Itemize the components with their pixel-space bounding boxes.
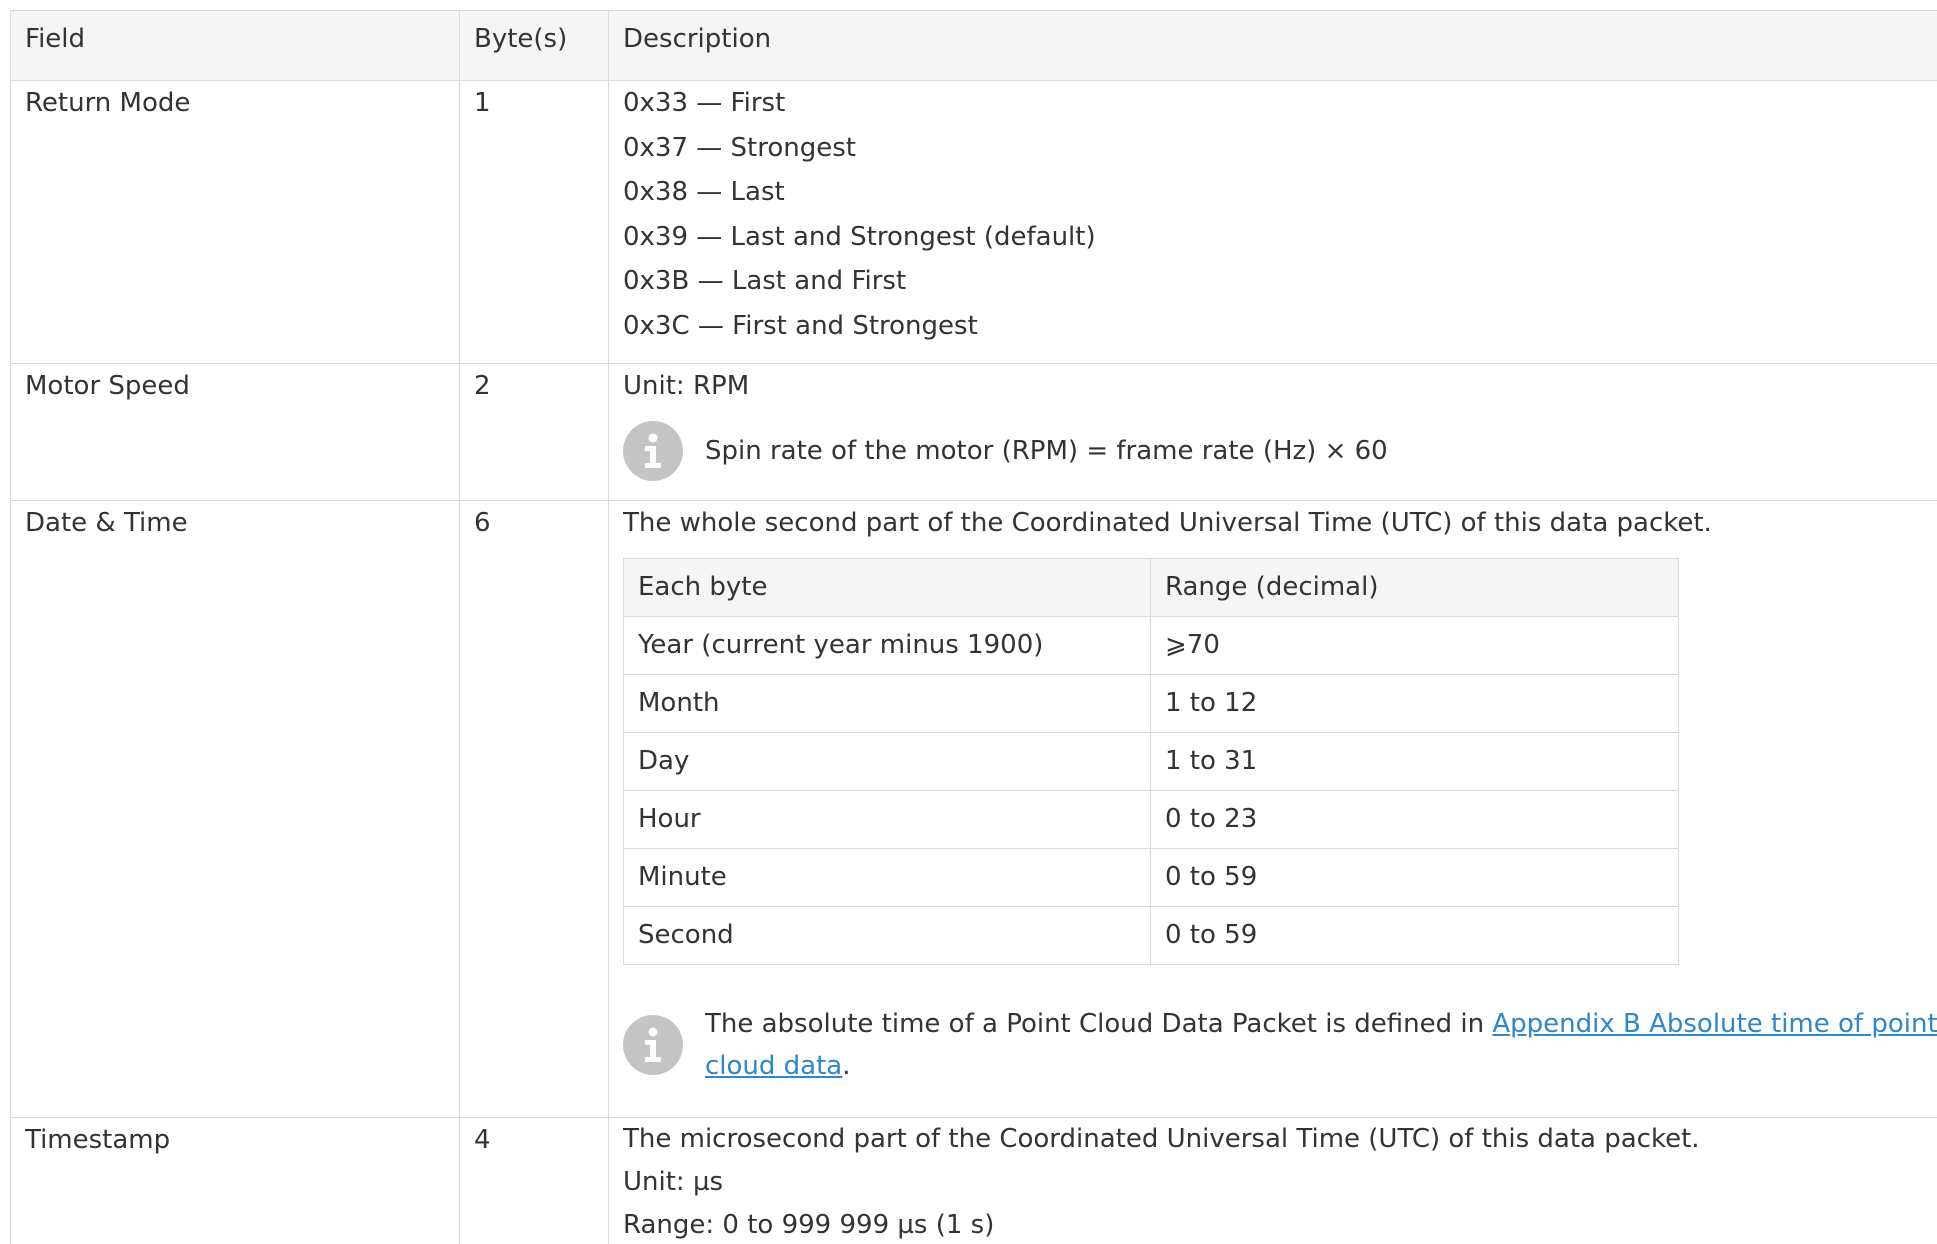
inner-cell-range: 1 to 31 bbox=[1150, 731, 1679, 791]
field-description: The whole second part of the Coordinated… bbox=[608, 500, 1937, 1118]
field-description: The microsecond part of the Coordinated … bbox=[608, 1117, 1937, 1244]
field-bytes: 2 bbox=[459, 363, 609, 501]
motor-speed-unit: Unit: RPM bbox=[623, 371, 750, 401]
header-bytes: Byte(s) bbox=[459, 10, 609, 81]
return-mode-option: 0x37 — Strongest bbox=[623, 132, 856, 163]
packet-fields-table: Field Byte(s) Description Return Mode 1 … bbox=[10, 10, 1937, 1244]
header-description: Description bbox=[608, 10, 1937, 81]
date-time-byte-table: Each byte Range (decimal) Year (current … bbox=[623, 557, 1679, 965]
table-row-return-mode: Return Mode 1 0x33 — First 0x37 — Strong… bbox=[10, 80, 1937, 364]
inner-header-row: Each byte Range (decimal) bbox=[623, 557, 1679, 617]
field-description: Unit: RPM Spin rate of the motor (RPM) =… bbox=[608, 363, 1937, 501]
return-mode-option: 0x39 — Last and Strongest (default) bbox=[623, 221, 1096, 252]
absolute-time-note: The absolute time of a Point Cloud Data … bbox=[705, 1003, 1937, 1087]
info-icon bbox=[623, 1014, 683, 1075]
table-row-motor-speed: Motor Speed 2 Unit: RPM Spin rate of the… bbox=[10, 363, 1937, 501]
info-note: The absolute time of a Point Cloud Data … bbox=[623, 1003, 1937, 1087]
motor-speed-note: Spin rate of the motor (RPM) = frame rat… bbox=[705, 435, 1388, 466]
inner-cell-byte: Year (current year minus 1900) bbox=[623, 615, 1151, 675]
field-name: Return Mode bbox=[10, 80, 460, 364]
inner-header-each-byte: Each byte bbox=[623, 557, 1151, 617]
inner-cell-range: 0 to 23 bbox=[1150, 789, 1679, 849]
note-suffix: . bbox=[842, 1050, 851, 1081]
inner-cell-byte: Hour bbox=[623, 789, 1151, 849]
field-name: Motor Speed bbox=[10, 363, 460, 501]
inner-cell-byte: Day bbox=[623, 731, 1151, 791]
inner-row: Month 1 to 12 bbox=[623, 673, 1679, 733]
field-bytes: 4 bbox=[459, 1117, 609, 1244]
inner-cell-byte: Second bbox=[623, 905, 1151, 965]
info-note: Spin rate of the motor (RPM) = frame rat… bbox=[623, 420, 1937, 481]
inner-header-range: Range (decimal) bbox=[1150, 557, 1679, 617]
inner-cell-range: 1 to 12 bbox=[1150, 673, 1679, 733]
document-page: Field Byte(s) Description Return Mode 1 … bbox=[0, 0, 1937, 1244]
timestamp-unit: Unit: µs bbox=[623, 1167, 724, 1197]
inner-cell-range: 0 to 59 bbox=[1150, 847, 1679, 907]
date-time-description: The whole second part of the Coordinated… bbox=[623, 508, 1712, 538]
field-name: Timestamp bbox=[10, 1117, 460, 1244]
note-prefix: The absolute time of a Point Cloud Data … bbox=[705, 1008, 1493, 1039]
header-field: Field bbox=[10, 10, 460, 81]
field-bytes: 6 bbox=[459, 500, 609, 1118]
return-mode-option: 0x33 — First bbox=[623, 88, 786, 118]
table-row-date-time: Date & Time 6 The whole second part of t… bbox=[10, 500, 1937, 1118]
inner-cell-range: ⩾70 bbox=[1150, 615, 1679, 675]
inner-row: Minute 0 to 59 bbox=[623, 847, 1679, 907]
return-mode-option: 0x38 — Last bbox=[623, 177, 785, 207]
inner-row: Year (current year minus 1900) ⩾70 bbox=[623, 615, 1679, 675]
table-header-row: Field Byte(s) Description bbox=[10, 10, 1937, 81]
inner-cell-range: 0 to 59 bbox=[1150, 905, 1679, 965]
inner-cell-byte: Minute bbox=[623, 847, 1151, 907]
info-icon bbox=[623, 420, 683, 481]
timestamp-description: The microsecond part of the Coordinated … bbox=[623, 1124, 1700, 1154]
inner-cell-byte: Month bbox=[623, 673, 1151, 733]
table-row-timestamp: Timestamp 4 The microsecond part of the … bbox=[10, 1117, 1937, 1244]
inner-row: Hour 0 to 23 bbox=[623, 789, 1679, 849]
return-mode-option: 0x3C — First and Strongest bbox=[623, 310, 978, 341]
field-bytes: 1 bbox=[459, 80, 609, 364]
inner-row: Second 0 to 59 bbox=[623, 905, 1679, 965]
inner-row: Day 1 to 31 bbox=[623, 731, 1679, 791]
field-description: 0x33 — First 0x37 — Strongest 0x38 — Las… bbox=[608, 80, 1937, 364]
field-name: Date & Time bbox=[10, 500, 460, 1118]
return-mode-option: 0x3B — Last and First bbox=[623, 266, 907, 296]
timestamp-range: Range: 0 to 999 999 µs (1 s) bbox=[623, 1210, 995, 1240]
